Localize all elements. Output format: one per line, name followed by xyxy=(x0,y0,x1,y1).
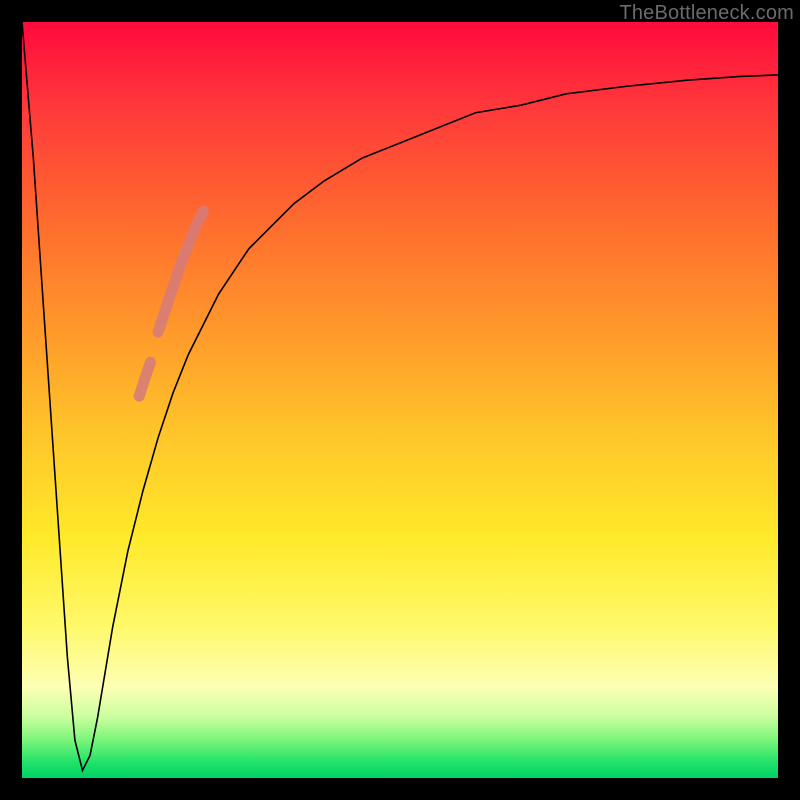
watermark-text: TheBottleneck.com xyxy=(619,2,794,25)
plot-background-gradient xyxy=(22,22,778,778)
chart-frame: TheBottleneck.com xyxy=(0,0,800,800)
